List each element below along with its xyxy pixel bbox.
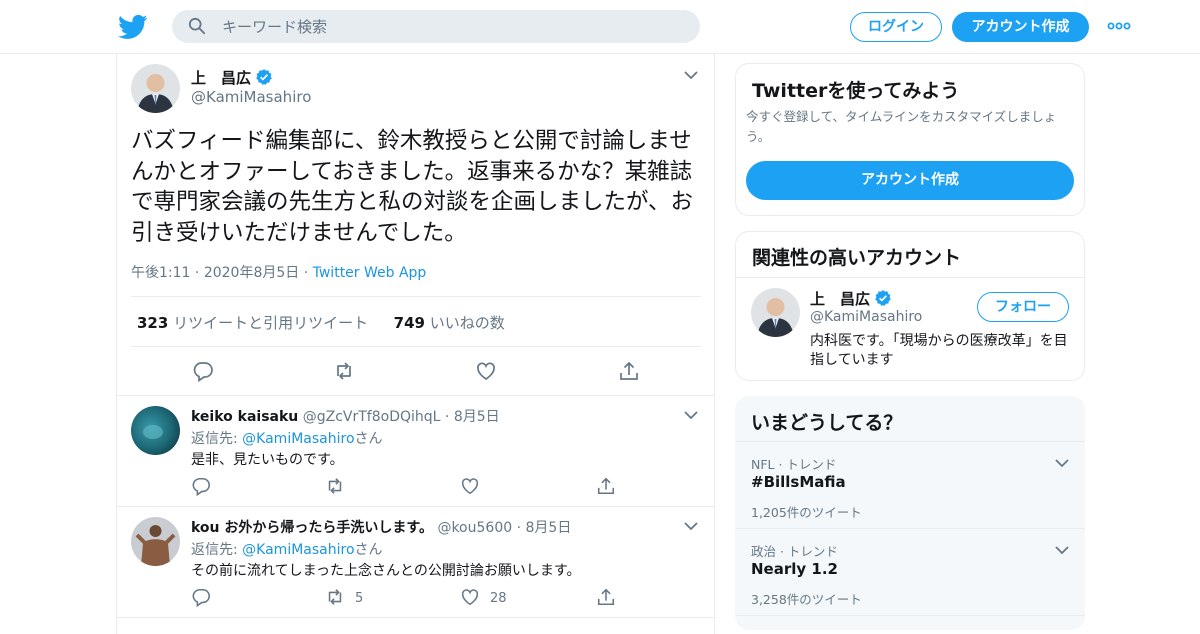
more-icon[interactable] (1106, 16, 1132, 36)
author-name[interactable]: 上 昌広 (191, 67, 273, 88)
signup-button[interactable]: アカウント作成 (952, 12, 1089, 42)
trend-context: 政治 · トレンド (751, 544, 838, 559)
avatar[interactable] (131, 64, 180, 113)
related-handle[interactable]: @KamiMasahiro (810, 309, 922, 325)
chevron-down-icon[interactable] (1055, 458, 1069, 468)
like-icon[interactable] (460, 587, 480, 607)
login-button[interactable]: ログイン (850, 12, 942, 42)
signup-card-title: Twitterを使ってみよう (752, 80, 960, 102)
related-name[interactable]: 上 昌広 (810, 288, 892, 309)
divider (117, 617, 714, 618)
trend-name: Nearly 1.2 (751, 560, 838, 578)
trends-card: いまどうしてる？ NFL · トレンド #BillsMafia 1,205件のツ… (735, 396, 1085, 630)
mention-link[interactable]: @KamiMasahiro (242, 431, 354, 447)
divider (131, 346, 701, 347)
like-icon[interactable] (460, 476, 480, 496)
trend-name: #BillsMafia (751, 473, 846, 491)
reply-author[interactable]: kou お外から帰ったら手洗いします。 @kou5600 · 8月5日 (191, 517, 571, 537)
retweet-icon[interactable] (325, 587, 345, 607)
retweet-count: 5 (355, 591, 364, 606)
top-bar: ログイン アカウント作成 (0, 0, 1200, 54)
follow-button[interactable]: フォロー (977, 292, 1069, 322)
avatar[interactable] (131, 406, 180, 455)
like-stat[interactable]: 749 いいねの数 (394, 314, 505, 332)
avatar[interactable] (751, 288, 800, 337)
chevron-down-icon[interactable] (684, 410, 698, 420)
trend-context: NFL · トレンド (751, 457, 837, 472)
share-icon[interactable] (618, 360, 640, 382)
share-icon[interactable] (596, 587, 616, 607)
chevron-down-icon[interactable] (684, 70, 698, 80)
tweet-stats: 323 リツイートと引用リツイート 749 いいねの数 (137, 312, 505, 333)
reply-text: 是非、見たいものです。 (191, 452, 344, 468)
like-count: 28 (490, 591, 507, 606)
tweet-source-link[interactable]: Twitter Web App (313, 265, 427, 281)
divider (131, 296, 701, 297)
trend-count: 1,205件のツイート (751, 505, 862, 520)
tweet-column: 上 昌広 @KamiMasahiro バズフィード編集部に、鈴木教授らと公開で討… (116, 54, 715, 634)
divider (736, 277, 1084, 278)
mention-link[interactable]: @KamiMasahiro (242, 542, 354, 558)
chevron-down-icon[interactable] (684, 521, 698, 531)
reply-author[interactable]: keiko kaisaku @gZcVrTf8oDQihqL · 8月5日 (191, 406, 500, 426)
avatar[interactable] (131, 517, 180, 566)
reply-to: 返信先: @KamiMasahiroさん (191, 431, 383, 447)
retweet-icon[interactable] (333, 360, 355, 382)
reply-icon[interactable] (191, 587, 211, 607)
divider (735, 615, 1085, 616)
reply-icon[interactable] (191, 476, 211, 496)
tweet-text: バズフィード編集部に、鈴木教授らと公開で討論しませんかとオファーしておきました。… (131, 128, 694, 246)
reply-icon[interactable] (192, 360, 214, 382)
retweet-icon[interactable] (325, 476, 345, 496)
like-icon[interactable] (475, 360, 497, 382)
related-accounts-card: 関連性の高いアカウント 上 昌広 @KamiMasahiro 内科医です。「現場… (735, 231, 1085, 381)
signup-card: Twitterを使ってみよう 今すぐ登録して、タイムラインをカスタマイズしましょ… (735, 63, 1085, 216)
verified-badge-icon (256, 69, 272, 85)
twitter-bird-icon[interactable] (118, 12, 148, 42)
share-icon[interactable] (596, 476, 616, 496)
reply-text: その前に流れてしまった上念さんとの公開討論お願いします。 (191, 563, 581, 579)
search-input[interactable] (222, 10, 682, 43)
chevron-down-icon[interactable] (1055, 545, 1069, 555)
related-title: 関連性の高いアカウント (752, 247, 962, 269)
trend-item[interactable]: NFL · トレンド #BillsMafia 1,205件のツイート (735, 441, 1085, 528)
signup-card-button[interactable]: アカウント作成 (746, 161, 1074, 200)
trends-title: いまどうしてる？ (751, 412, 903, 434)
tweet-timestamp[interactable]: 午後1:11 · 2020年8月5日 · Twitter Web App (131, 262, 426, 282)
search-icon (188, 17, 206, 35)
search-box[interactable] (172, 10, 700, 43)
reply-to: 返信先: @KamiMasahiroさん (191, 542, 383, 558)
signup-card-subtitle: 今すぐ登録して、タイムラインをカスタマイズしましょう。 (746, 109, 1057, 144)
author-handle[interactable]: @KamiMasahiro (191, 88, 311, 106)
trend-count: 3,258件のツイート (751, 592, 862, 607)
verified-badge-icon (875, 290, 891, 306)
related-bio: 内科医です。「現場からの医療改革」を目指しています (810, 333, 1068, 368)
retweet-stat[interactable]: 323 リツイートと引用リツイート (137, 314, 368, 332)
trend-item[interactable]: 政治 · トレンド Nearly 1.2 3,258件のツイート (735, 528, 1085, 615)
